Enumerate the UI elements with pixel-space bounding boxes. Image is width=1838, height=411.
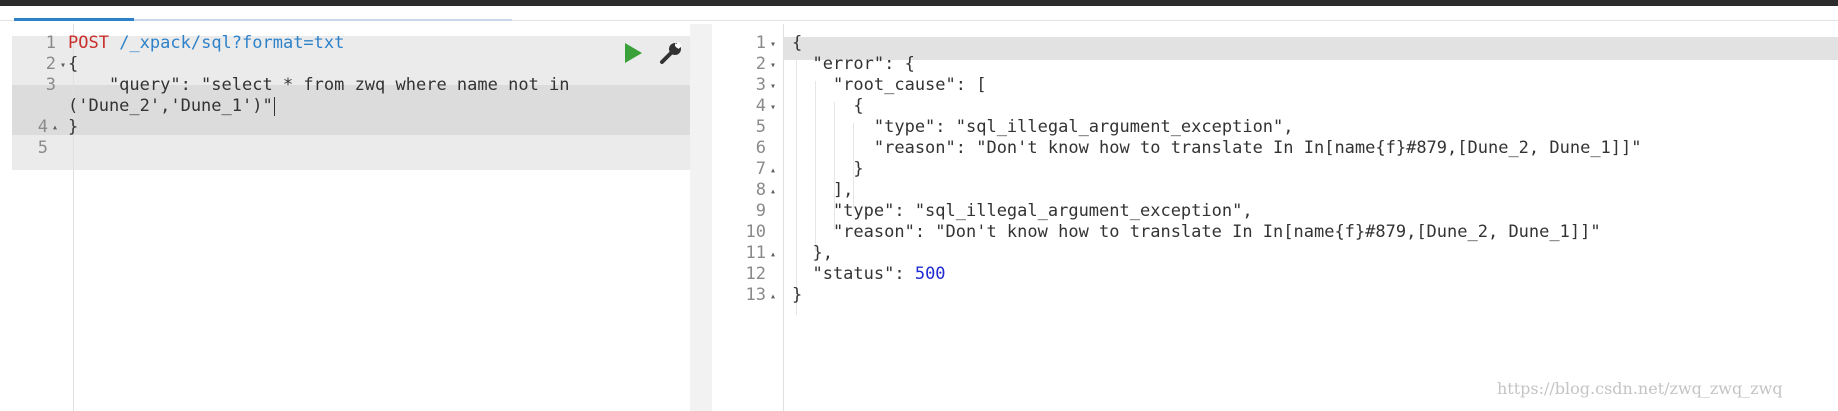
fold-toggle-icon[interactable]: ▾ (770, 81, 776, 92)
response-line: "reason": "Don't know how to translate I… (792, 222, 1601, 242)
active-line-highlight (784, 37, 1838, 60)
code-line-query-wrap: ('Dune_2','Dune_1')" (68, 94, 275, 119)
fold-toggle-icon[interactable]: ▾ (60, 60, 66, 71)
code-line-query-continued: ('Dune_2','Dune_1')" (68, 96, 273, 116)
wrench-icon[interactable] (658, 41, 684, 65)
fold-toggle-icon[interactable]: ▴ (770, 291, 776, 302)
fold-toggle-icon[interactable]: ▾ (770, 60, 776, 71)
response-editor[interactable]: 1 ▾ { 2 ▾ "error": { 3 ▾ "root_cause": [… (712, 24, 1838, 411)
request-editor[interactable]: 1 POST /_xpack/sql?format=txt 2 ▾ { 3 "q… (12, 24, 690, 411)
text-cursor (273, 96, 275, 116)
http-method: POST (68, 33, 109, 53)
fold-toggle-icon[interactable]: ▾ (770, 102, 776, 113)
request-line[interactable]: POST /_xpack/sql?format=txt (68, 31, 344, 56)
request-url: /_xpack/sql?format=txt (119, 33, 345, 53)
response-line: } (792, 285, 803, 305)
status-value: 500 (914, 264, 946, 284)
watermark: https://blog.csdn.net/zwq_zwq_zwq (1497, 379, 1783, 398)
pane-resize-handle[interactable] (690, 24, 712, 411)
fold-toggle-icon[interactable]: ▴ (770, 249, 776, 260)
line-number: 13 (745, 285, 766, 305)
response-line-status: "status": 500 (792, 262, 946, 287)
fold-toggle-icon[interactable]: ▾ (770, 39, 776, 50)
tab-indicator-track (134, 19, 512, 21)
fold-toggle-icon[interactable]: ▴ (770, 186, 776, 197)
response-line: "reason": "Don't know how to translate I… (792, 138, 1642, 158)
code-line: } (68, 117, 79, 137)
tab-console-active[interactable] (14, 18, 134, 21)
line-number: 3 (45, 75, 56, 95)
play-icon[interactable] (622, 42, 644, 64)
top-bar (0, 0, 1838, 6)
gutter-border (783, 24, 784, 411)
line-number: 5 (37, 138, 48, 158)
fold-toggle-icon[interactable]: ▴ (770, 165, 776, 176)
fold-toggle-icon[interactable]: ▴ (52, 122, 58, 133)
status-key: "status": (792, 264, 915, 284)
